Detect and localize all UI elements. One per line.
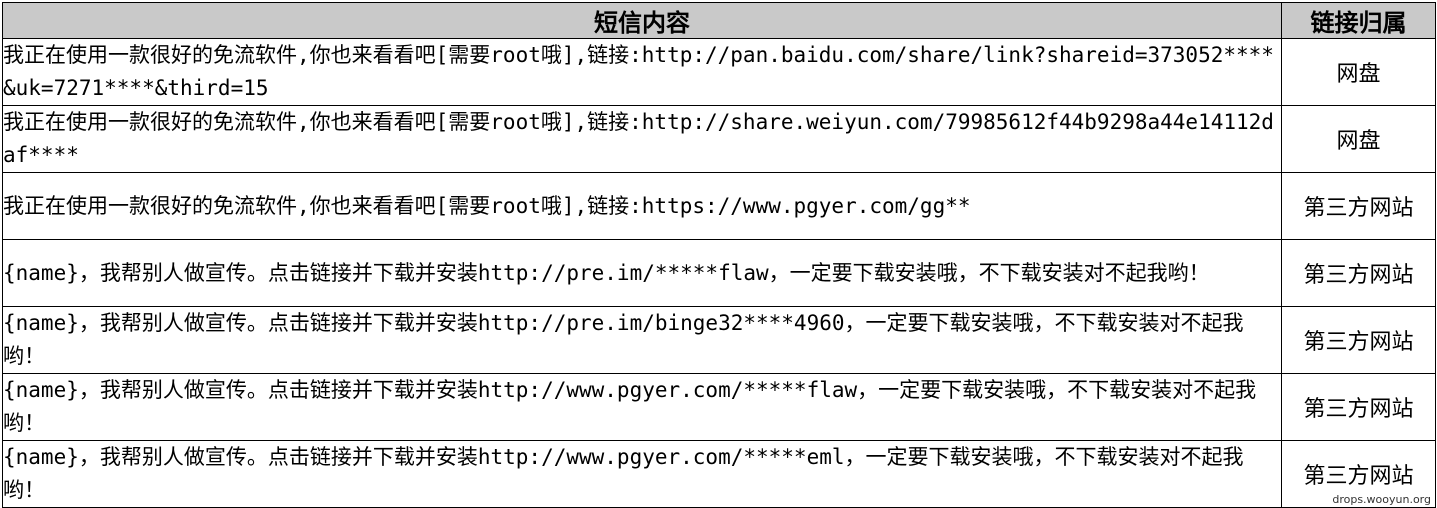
site-watermark: drops.wooyun.org	[1330, 493, 1433, 506]
sms-content-cell: {name}，我帮别人做宣传。点击链接并下载并安装http://www.pgye…	[2, 440, 1282, 508]
sms-content-cell: {name}，我帮别人做宣传。点击链接并下载并安装http://pre.im/*…	[2, 239, 1282, 307]
sms-content-cell: 我正在使用一款很好的免流软件,你也来看看吧[需要root哦],链接:http:/…	[2, 105, 1282, 173]
sms-table: 短信内容 链接归属 我正在使用一款很好的免流软件,你也来看看吧[需要root哦]…	[2, 2, 1436, 508]
table-header-row: 短信内容 链接归属	[2, 2, 1436, 39]
table-row: 我正在使用一款很好的免流软件,你也来看看吧[需要root哦],链接:https:…	[2, 172, 1436, 240]
table-row: {name}，我帮别人做宣传。点击链接并下载并安装http://pre.im/*…	[2, 239, 1436, 307]
link-source-cell: 网盘	[1281, 38, 1436, 106]
link-source-cell: 第三方网站	[1281, 306, 1436, 374]
column-header-content: 短信内容	[2, 2, 1282, 39]
table-row: {name}，我帮别人做宣传。点击链接并下载并安装http://pre.im/b…	[2, 306, 1436, 374]
table-row: 我正在使用一款很好的免流软件,你也来看看吧[需要root哦],链接:http:/…	[2, 38, 1436, 106]
sms-content-cell: {name}，我帮别人做宣传。点击链接并下载并安装http://www.pgye…	[2, 373, 1282, 441]
sms-content-cell: 我正在使用一款很好的免流软件,你也来看看吧[需要root哦],链接:http:/…	[2, 38, 1282, 106]
link-source-cell: 第三方网站	[1281, 373, 1436, 441]
link-source-cell: 第三方网站	[1281, 172, 1436, 240]
table-row: {name}，我帮别人做宣传。点击链接并下载并安装http://www.pgye…	[2, 373, 1436, 441]
sms-content-cell: 我正在使用一款很好的免流软件,你也来看看吧[需要root哦],链接:https:…	[2, 172, 1282, 240]
link-source-cell: 网盘	[1281, 105, 1436, 173]
table-row: {name}，我帮别人做宣传。点击链接并下载并安装http://www.pgye…	[2, 440, 1436, 508]
column-header-source: 链接归属	[1281, 2, 1436, 39]
sms-content-cell: {name}，我帮别人做宣传。点击链接并下载并安装http://pre.im/b…	[2, 306, 1282, 374]
link-source-cell: 第三方网站	[1281, 239, 1436, 307]
table-row: 我正在使用一款很好的免流软件,你也来看看吧[需要root哦],链接:http:/…	[2, 105, 1436, 173]
